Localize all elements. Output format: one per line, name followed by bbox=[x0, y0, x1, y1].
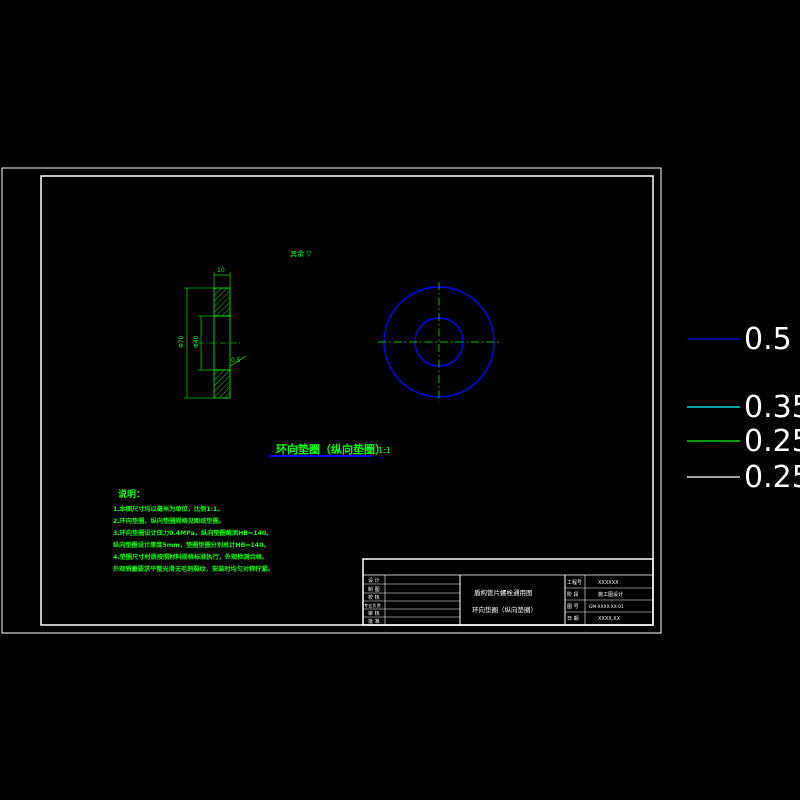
roughness-label: 其余 ▽ bbox=[290, 249, 312, 258]
outer-frame bbox=[1, 167, 662, 634]
dim-outer-dia: Φ70 bbox=[178, 335, 185, 348]
washer-front-view bbox=[378, 282, 500, 402]
note-line: 4.垫圈尺寸材质按照材料规格标准执行，外观检测合格。 bbox=[113, 553, 268, 561]
legend-weight-label: 0.25 bbox=[744, 460, 800, 495]
note-line: 3.环向垫圈设计压力0.4MPa，纵向垫圈截面HB=140。 bbox=[113, 529, 272, 537]
legend-weight-label: 0.25 bbox=[744, 424, 800, 459]
title-block-row-label: 制 图 bbox=[368, 586, 380, 593]
title-block-right-label: 工程号 bbox=[567, 579, 582, 586]
dim-thickness: 10 bbox=[217, 267, 225, 274]
note-line: 1.本图尺寸均以毫米为单位，比例1:1。 bbox=[113, 505, 224, 513]
note-line: 外观质量要求平整光滑无毛刺裂纹，安装时均匀对称拧紧。 bbox=[113, 565, 274, 573]
title-block-right-value: XXXX.XX bbox=[598, 616, 621, 622]
title-block-right-label: 日 期 bbox=[567, 616, 579, 622]
washer-section-view bbox=[184, 272, 247, 399]
title-block-right-value: GM-XXXX-XX-01 bbox=[589, 604, 624, 610]
dim-chamfer: 0.5 bbox=[231, 357, 241, 364]
notes-title: 说明： bbox=[118, 488, 145, 500]
title-block-right-label: 阶 段 bbox=[567, 591, 579, 598]
title-block-row-label: 设 计 bbox=[368, 577, 380, 584]
dim-inner-dia: Φ40 bbox=[193, 335, 200, 348]
cad-drawing-canvas: 其余 ▽ 10 Φ70 Φ40 0.5 环向垫圈（纵向垫圈） 1:1 说明： 1… bbox=[1, 167, 800, 634]
title-block-right-value: XXXXXX bbox=[598, 580, 619, 586]
title-block-row-label: 专业负责 bbox=[364, 602, 381, 609]
section-title: 环向垫圈（纵向垫圈） bbox=[276, 442, 386, 456]
title-block-right-value: 施工图设计 bbox=[598, 591, 623, 598]
title-block-row-label: 审 核 bbox=[368, 610, 380, 617]
title-block-row-label: 校 核 bbox=[368, 594, 380, 601]
title-block-row-label: 批 准 bbox=[368, 618, 380, 625]
legend-weight-label: 0.5 bbox=[744, 322, 792, 357]
note-line: 纵向垫圈设计厚度5mm，垫圈垫圈分别总计HB=140。 bbox=[113, 541, 270, 549]
section-scale: 1:1 bbox=[378, 446, 391, 455]
drawing-name-line1: 盾构管片螺栓通用图 bbox=[474, 588, 533, 597]
drawing-name-line2: 环向垫圈（纵向垫圈） bbox=[472, 605, 537, 614]
note-line: 2.环向垫圈，纵向垫圈规格见图纸垫圈。 bbox=[113, 517, 225, 525]
title-block-right-label: 图 号 bbox=[567, 604, 579, 610]
legend-weight-label: 0.35 bbox=[744, 390, 800, 425]
